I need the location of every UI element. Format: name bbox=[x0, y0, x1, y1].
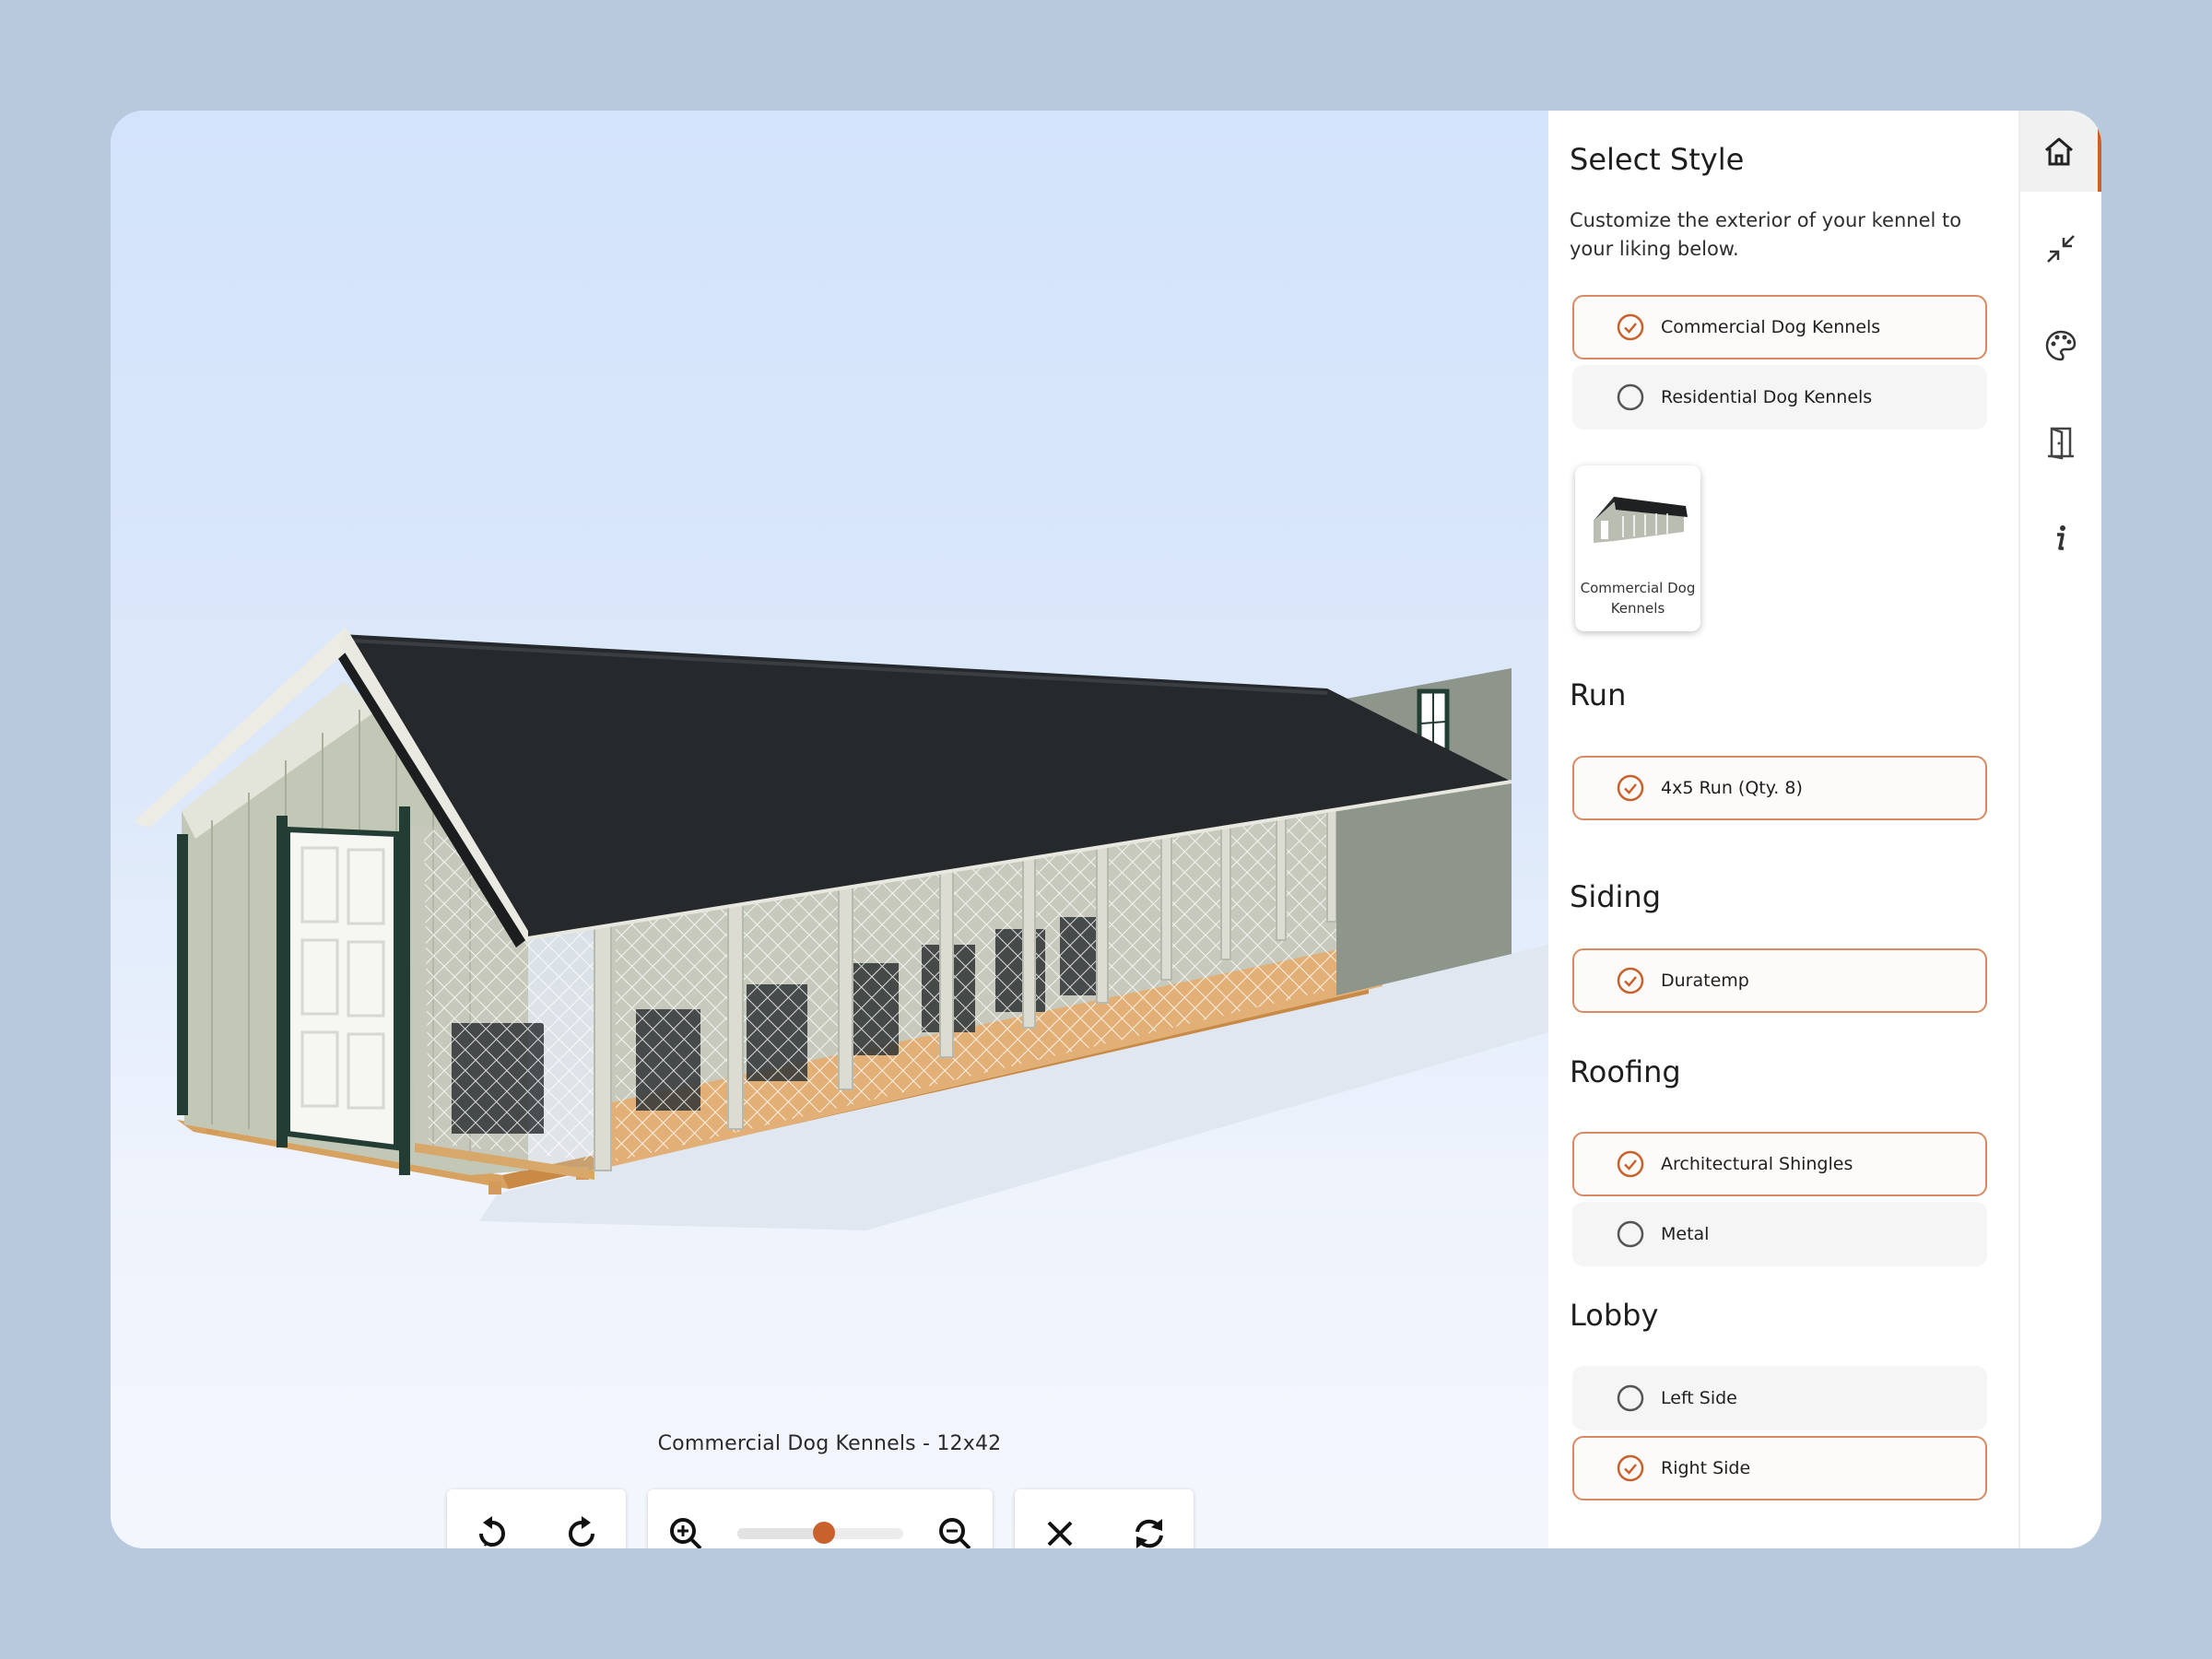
check-circle-icon bbox=[1617, 774, 1644, 802]
radio-empty-icon bbox=[1617, 383, 1644, 411]
lobby-option-left-side[interactable]: Left Side bbox=[1572, 1366, 1987, 1430]
lobby-option-right-side[interactable]: Right Side bbox=[1572, 1436, 1987, 1500]
model-thumbnail-label: Commercial Dog Kennels bbox=[1580, 580, 1696, 617]
check-circle-icon bbox=[1617, 1454, 1644, 1482]
close-button[interactable] bbox=[1036, 1510, 1084, 1548]
rail-collapse[interactable] bbox=[2020, 208, 2101, 289]
close-icon bbox=[1047, 1521, 1072, 1547]
siding-option-duratemp[interactable]: Duratemp bbox=[1572, 948, 1987, 1013]
nav-rail bbox=[2020, 111, 2101, 1548]
lobby-section-title: Lobby bbox=[1570, 1298, 1659, 1333]
configurator-window: Commercial Dog Kennels - 12x42 Select St… bbox=[111, 111, 2101, 1548]
kennel-3d-model[interactable] bbox=[111, 111, 1548, 1548]
model-thumbnail[interactable]: Commercial Dog Kennels bbox=[1575, 465, 1700, 631]
option-label: Architectural Shingles bbox=[1661, 1154, 1853, 1174]
home-icon bbox=[2045, 137, 2073, 166]
zoom-slider-fill bbox=[737, 1528, 824, 1539]
style-option-commercial[interactable]: Commercial Dog Kennels bbox=[1572, 295, 1987, 359]
collapse-icon bbox=[2047, 235, 2075, 263]
option-label: 4x5 Run (Qty. 8) bbox=[1661, 778, 1803, 798]
zoom-out-icon bbox=[939, 1518, 971, 1548]
palette-icon bbox=[2045, 330, 2077, 361]
rotate-right-button[interactable] bbox=[558, 1510, 606, 1548]
option-label: Duratemp bbox=[1661, 971, 1749, 991]
door-icon bbox=[2048, 427, 2074, 460]
zoom-controls bbox=[648, 1489, 993, 1548]
style-option-residential[interactable]: Residential Dog Kennels bbox=[1572, 365, 1987, 429]
rail-colors[interactable] bbox=[2020, 305, 2101, 386]
roofing-option-metal[interactable]: Metal bbox=[1572, 1202, 1987, 1266]
option-label: Metal bbox=[1661, 1224, 1710, 1244]
rotate-left-icon bbox=[478, 1516, 505, 1547]
check-circle-icon bbox=[1617, 1150, 1644, 1178]
rotate-right-icon bbox=[568, 1516, 594, 1547]
zoom-slider-knob[interactable] bbox=[812, 1522, 835, 1544]
rail-home[interactable] bbox=[2020, 111, 2101, 192]
view-controls bbox=[1015, 1489, 1194, 1548]
rotate-left-button[interactable] bbox=[468, 1510, 516, 1548]
zoom-out-button[interactable] bbox=[931, 1510, 979, 1548]
option-label: Right Side bbox=[1661, 1458, 1751, 1478]
option-label: Residential Dog Kennels bbox=[1661, 387, 1873, 407]
kennel-thumbnail-image bbox=[1594, 497, 1688, 543]
rail-info[interactable] bbox=[2020, 498, 2101, 579]
roofing-section-title: Roofing bbox=[1570, 1054, 1681, 1089]
run-option-4x5[interactable]: 4x5 Run (Qty. 8) bbox=[1572, 756, 1987, 820]
run-section-title: Run bbox=[1570, 677, 1627, 712]
rotate-controls bbox=[447, 1489, 626, 1548]
rail-doors[interactable] bbox=[2020, 402, 2101, 483]
info-icon bbox=[2057, 525, 2065, 550]
style-intro: Customize the exterior of your kennel to… bbox=[1570, 209, 1962, 260]
option-label: Commercial Dog Kennels bbox=[1661, 317, 1881, 337]
zoom-slider[interactable] bbox=[737, 1522, 903, 1544]
radio-empty-icon bbox=[1617, 1384, 1644, 1412]
check-circle-icon bbox=[1617, 967, 1644, 994]
zoom-in-button[interactable] bbox=[662, 1510, 710, 1548]
roofing-option-architectural-shingles[interactable]: Architectural Shingles bbox=[1572, 1132, 1987, 1196]
check-circle-icon bbox=[1617, 313, 1644, 341]
model-caption: Commercial Dog Kennels - 12x42 bbox=[657, 1432, 1002, 1455]
radio-empty-icon bbox=[1617, 1220, 1644, 1248]
option-label: Left Side bbox=[1661, 1388, 1737, 1408]
model-viewer[interactable]: Commercial Dog Kennels - 12x42 bbox=[111, 111, 1548, 1548]
reset-view-button[interactable] bbox=[1125, 1510, 1173, 1548]
zoom-in-icon bbox=[670, 1518, 702, 1548]
style-section-title: Select Style bbox=[1570, 142, 1745, 177]
refresh-icon bbox=[1135, 1519, 1163, 1548]
siding-section-title: Siding bbox=[1570, 879, 1661, 914]
options-panel: Select Style Customize the exterior of y… bbox=[1548, 111, 2020, 1548]
